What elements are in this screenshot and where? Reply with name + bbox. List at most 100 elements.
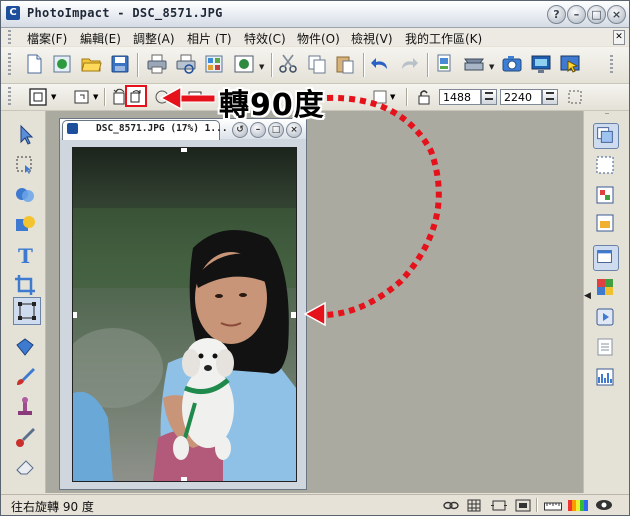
- gallery-icon[interactable]: [593, 211, 617, 235]
- canvas-size-icon[interactable]: [491, 499, 507, 512]
- app-icon[interactable]: C: [6, 6, 20, 20]
- stamp-tool-icon[interactable]: [13, 395, 37, 419]
- scanner-icon[interactable]: [463, 53, 485, 75]
- help-button[interactable]: ?: [547, 5, 566, 24]
- standard-toolbar: ▼ ▼: [1, 47, 629, 84]
- shape-selection-icon[interactable]: [13, 183, 37, 207]
- browse-icon[interactable]: [203, 53, 225, 75]
- attribute-grip[interactable]: [8, 87, 11, 107]
- camera-icon[interactable]: [501, 53, 523, 75]
- menu-bar: 檔案(F) 編輯(E) 調整(A) 相片 (T) 特效(C) 物件(O) 檢視(…: [1, 28, 629, 46]
- menu-close-icon[interactable]: ✕: [613, 30, 625, 45]
- perspective-icon[interactable]: [369, 86, 391, 108]
- color-bar-icon[interactable]: [568, 500, 588, 511]
- view-mode-icon[interactable]: [233, 53, 255, 75]
- crop-mode-icon[interactable]: [71, 86, 93, 108]
- panel-collapse-icon[interactable]: ◀: [584, 291, 591, 301]
- redo-icon[interactable]: [398, 53, 420, 75]
- perspective-dropdown-icon[interactable]: ▼: [390, 93, 395, 101]
- easy-palette-icon[interactable]: [593, 183, 617, 207]
- height-input[interactable]: 2240: [500, 89, 542, 105]
- doc-minimize-button[interactable]: –: [250, 122, 266, 138]
- transform-dropdown-icon[interactable]: ▼: [51, 93, 56, 101]
- open-folder-icon[interactable]: [80, 53, 102, 75]
- close-button[interactable]: ×: [607, 5, 626, 24]
- crop-dropdown-icon[interactable]: ▼: [93, 93, 98, 101]
- doc-restore-button[interactable]: ↺: [232, 122, 248, 138]
- toolbar-grip[interactable]: [8, 53, 11, 77]
- cut-icon[interactable]: [277, 53, 299, 75]
- doc-maximize-button[interactable]: □: [268, 122, 284, 138]
- status-bar: 往右旋轉 90 度: [1, 494, 629, 515]
- undo-icon[interactable]: [369, 53, 391, 75]
- menu-view[interactable]: 檢視(V): [351, 30, 393, 47]
- photo-canvas[interactable]: [72, 147, 297, 482]
- save-icon[interactable]: [109, 53, 131, 75]
- doc-close-button[interactable]: ×: [286, 122, 302, 138]
- menu-grip[interactable]: [8, 30, 11, 44]
- brush-tool-icon[interactable]: [13, 365, 37, 389]
- menu-effects[interactable]: 特效(C): [244, 30, 286, 47]
- screen-capture-icon[interactable]: [530, 53, 552, 75]
- grid-icon[interactable]: [467, 499, 481, 512]
- svg-text:T: T: [18, 244, 33, 267]
- ruler-icon[interactable]: [544, 500, 562, 511]
- new-image-icon[interactable]: [51, 53, 73, 75]
- crop-tool-icon[interactable]: [13, 273, 37, 297]
- text-tool-icon[interactable]: T: [13, 243, 37, 267]
- flip-icon[interactable]: [184, 86, 206, 108]
- paste-icon[interactable]: [334, 53, 356, 75]
- view-mode-dropdown-icon[interactable]: ▼: [259, 63, 264, 71]
- eraser-tool-icon[interactable]: [13, 455, 37, 479]
- window-title: PhotoImpact - DSC_8571.JPG: [27, 6, 223, 20]
- web-export-icon[interactable]: [559, 53, 581, 75]
- rotate-free-icon[interactable]: [151, 86, 173, 108]
- document-title: DSC_8571.JPG (17%) 1...: [96, 123, 228, 134]
- quick-command-icon: [597, 250, 612, 263]
- fill-tool-icon[interactable]: [13, 335, 37, 359]
- print-icon[interactable]: [146, 53, 168, 75]
- menu-edit[interactable]: 編輯(E): [80, 30, 121, 47]
- retouch-tool-icon[interactable]: [13, 425, 37, 449]
- shape-tool-icon[interactable]: [13, 213, 37, 237]
- tool-panel: T: [1, 111, 46, 493]
- menu-photo[interactable]: 相片 (T): [187, 30, 232, 47]
- document-list-icon[interactable]: [593, 335, 617, 359]
- rotate-right-icon: [130, 90, 141, 103]
- print-preview-icon[interactable]: [175, 53, 197, 75]
- menu-object[interactable]: 物件(O): [297, 30, 340, 47]
- color-panel-icon[interactable]: [593, 275, 617, 299]
- preview-eye-icon[interactable]: [595, 499, 613, 511]
- rotate-right-90-button[interactable]: [125, 85, 147, 107]
- copy-icon[interactable]: [306, 53, 328, 75]
- app-window: C PhotoImpact - DSC_8571.JPG ? – □ × 檔案(…: [0, 0, 630, 516]
- import-icon[interactable]: [434, 53, 456, 75]
- fit-window-icon[interactable]: [515, 499, 531, 512]
- minimize-button[interactable]: –: [567, 5, 586, 24]
- transform-tool-button[interactable]: [13, 297, 41, 325]
- menu-adjust[interactable]: 調整(A): [133, 30, 175, 47]
- selection-tool-icon[interactable]: [13, 153, 37, 177]
- histogram-icon[interactable]: [593, 365, 617, 389]
- new-file-icon[interactable]: [23, 53, 45, 75]
- lock-aspect-icon[interactable]: [414, 86, 436, 108]
- width-stepper[interactable]: [481, 89, 497, 105]
- status-text: 往右旋轉 90 度: [11, 500, 94, 514]
- title-bar[interactable]: C PhotoImpact - DSC_8571.JPG ? – □ ×: [1, 1, 629, 28]
- maximize-button[interactable]: □: [587, 5, 606, 24]
- play-icon[interactable]: [593, 305, 617, 329]
- object-manager-icon[interactable]: [593, 153, 617, 177]
- width-input[interactable]: 1488: [439, 89, 481, 105]
- layer-manager-button[interactable]: [593, 123, 619, 149]
- document-window[interactable]: DSC_8571.JPG (17%) 1... ↺ – □ ×: [59, 118, 307, 490]
- pick-tool-icon[interactable]: [13, 123, 37, 147]
- quick-command-button[interactable]: [593, 245, 619, 271]
- height-stepper[interactable]: [542, 89, 558, 105]
- fit-selection-icon[interactable]: [564, 86, 586, 108]
- menu-workspace[interactable]: 我的工作區(K): [405, 30, 482, 47]
- toolbar-chevron[interactable]: [610, 55, 613, 75]
- transform-mode-icon[interactable]: [27, 86, 49, 108]
- scanner-dropdown-icon[interactable]: ▼: [489, 63, 494, 71]
- menu-file[interactable]: 檔案(F): [27, 30, 67, 47]
- link-icon[interactable]: [443, 499, 459, 512]
